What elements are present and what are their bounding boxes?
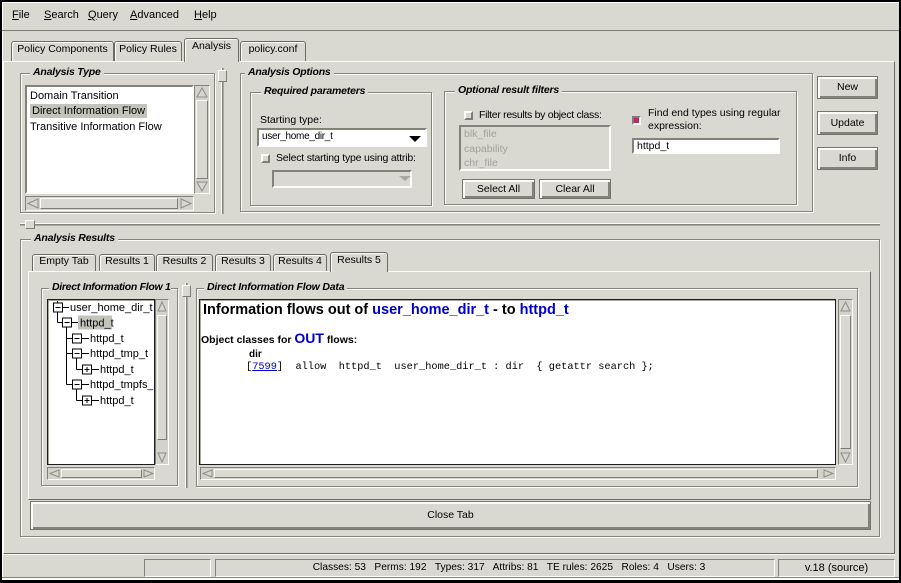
svg-text:httpd_t: httpd_t: [90, 333, 124, 345]
svg-text:httpd_tmpfs_: httpd_tmpfs_: [90, 379, 153, 391]
svg-text:httpd_tmp_t: httpd_tmp_t: [90, 348, 148, 360]
svg-text:httpd_t: httpd_t: [100, 364, 134, 376]
svg-text:httpd_t: httpd_t: [80, 318, 114, 330]
svg-text:httpd_t: httpd_t: [100, 395, 134, 407]
svg-text:user_home_dir_t: user_home_dir_t: [70, 302, 153, 314]
